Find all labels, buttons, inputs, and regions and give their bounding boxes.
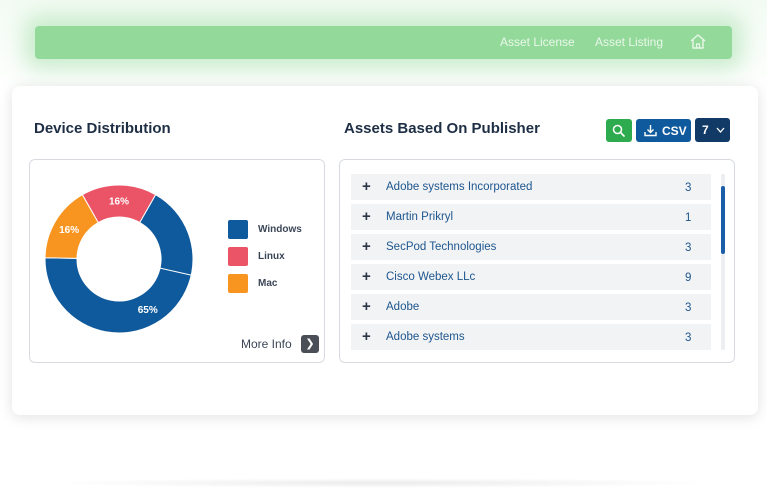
home-icon[interactable] bbox=[689, 33, 707, 50]
search-button[interactable] bbox=[606, 119, 632, 142]
device-donut-chart: 16% 65% 16% bbox=[44, 184, 194, 334]
expand-icon[interactable]: + bbox=[362, 238, 371, 255]
page-size-dropdown[interactable]: 7 bbox=[695, 118, 730, 142]
list-item[interactable]: + Adobe systems 3 bbox=[351, 324, 711, 350]
chevron-down-icon bbox=[716, 127, 725, 133]
list-item[interactable]: + SecPod Technologies 3 bbox=[351, 234, 711, 260]
list-item[interactable]: + Adobe 3 bbox=[351, 294, 711, 320]
asset-summary-card: Device Distribution Assets Based On Publ… bbox=[12, 86, 758, 415]
legend-swatch-windows bbox=[228, 220, 248, 239]
publisher-name: SecPod Technologies bbox=[386, 241, 497, 253]
breadcrumb-asset-license[interactable]: Asset License bbox=[500, 35, 575, 49]
publisher-count: 3 bbox=[685, 302, 692, 314]
scrollbar-thumb[interactable] bbox=[721, 186, 725, 254]
breadcrumb-asset-listing[interactable]: Asset Listing bbox=[595, 35, 663, 49]
legend-label-linux: Linux bbox=[258, 251, 285, 262]
list-item[interactable]: + Martin Prikryl 1 bbox=[351, 204, 711, 230]
device-distribution-title: Device Distribution bbox=[34, 120, 171, 137]
expand-icon[interactable]: + bbox=[362, 328, 371, 345]
page-size-value: 7 bbox=[702, 123, 709, 137]
donut-label-windows: 65% bbox=[138, 305, 158, 316]
publisher-name: Cisco Webex LLc bbox=[386, 271, 476, 283]
legend-swatch-linux bbox=[228, 247, 248, 266]
publisher-name: Adobe bbox=[386, 301, 420, 313]
publisher-name: Adobe systems bbox=[386, 331, 465, 343]
expand-icon[interactable]: + bbox=[362, 268, 371, 285]
expand-icon[interactable]: + bbox=[362, 298, 371, 315]
breadcrumb: Asset License Asset Listing bbox=[35, 26, 732, 59]
chevron-right-icon[interactable]: ❯ bbox=[301, 335, 319, 353]
device-distribution-panel: 16% 65% 16% Windows Linux Mac More Info ❯ bbox=[29, 159, 325, 363]
list-item[interactable]: + Cisco Webex LLc 9 bbox=[351, 264, 711, 290]
more-info-link[interactable]: More Info bbox=[241, 337, 292, 351]
publisher-name: Martin Prikryl bbox=[386, 211, 454, 223]
publisher-list-panel: + Adobe systems Incorporated 3 + Martin … bbox=[339, 159, 735, 363]
download-icon bbox=[644, 125, 657, 137]
csv-label: CSV bbox=[662, 124, 687, 138]
legend-label-mac: Mac bbox=[258, 278, 278, 289]
publisher-name: Adobe systems Incorporated bbox=[386, 181, 533, 193]
publisher-title: Assets Based On Publisher bbox=[344, 120, 540, 137]
search-icon bbox=[612, 124, 625, 137]
list-item[interactable]: + Adobe systems Incorporated 3 bbox=[351, 174, 711, 200]
publisher-count: 9 bbox=[685, 272, 692, 284]
publisher-count: 1 bbox=[685, 212, 692, 224]
expand-icon[interactable]: + bbox=[362, 178, 371, 195]
legend-swatch-mac bbox=[228, 274, 248, 293]
legend-label-windows: Windows bbox=[258, 224, 302, 235]
expand-icon[interactable]: + bbox=[362, 208, 371, 225]
donut-label-linux: 16% bbox=[109, 197, 129, 208]
publisher-count: 3 bbox=[685, 332, 692, 344]
donut-label-mac: 16% bbox=[59, 225, 79, 236]
csv-export-button[interactable]: CSV bbox=[636, 119, 691, 142]
publisher-count: 3 bbox=[685, 182, 692, 194]
publisher-count: 3 bbox=[685, 242, 692, 254]
bottom-shadow bbox=[40, 478, 722, 488]
